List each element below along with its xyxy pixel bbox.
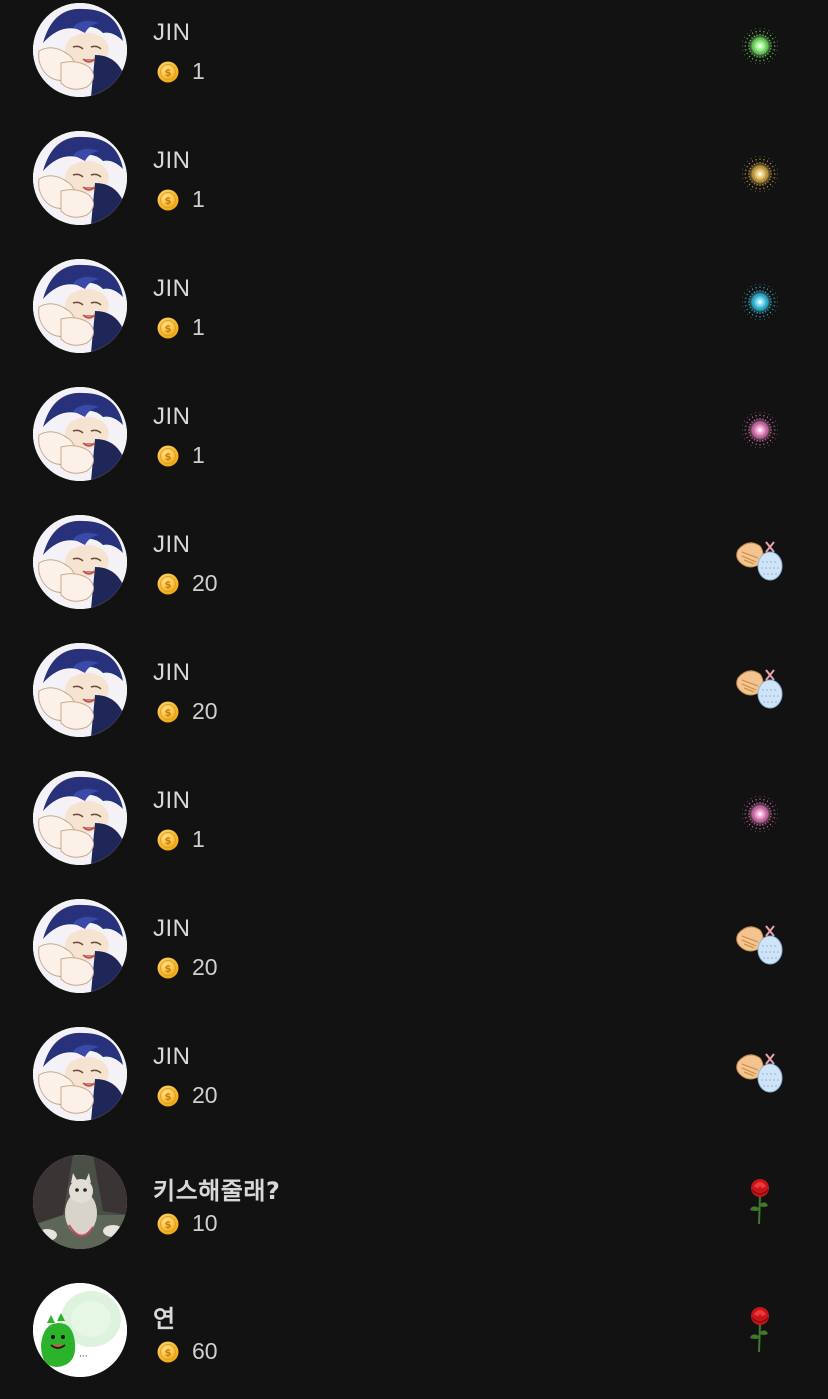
coin-icon: $ bbox=[157, 1213, 179, 1235]
svg-text:$: $ bbox=[165, 1220, 172, 1231]
sender-name[interactable]: JIN bbox=[153, 275, 191, 303]
anime-boy-avatar[interactable] bbox=[33, 387, 127, 481]
svg-text:$: $ bbox=[165, 708, 172, 719]
gold-firework-icon bbox=[730, 144, 790, 204]
coin-amount: 1 bbox=[192, 826, 205, 852]
svg-text:$: $ bbox=[165, 324, 172, 335]
cat-photo-avatar[interactable] bbox=[33, 1155, 127, 1249]
coin-icon: $ bbox=[157, 829, 179, 851]
coin-icon: $ bbox=[157, 573, 179, 595]
coin-icon: $ bbox=[157, 1341, 179, 1363]
anime-boy-avatar[interactable] bbox=[33, 259, 127, 353]
gift-list-item[interactable]: 키스해줄래? $ 10 bbox=[0, 1152, 828, 1280]
coin-icon: $ bbox=[157, 317, 179, 339]
svg-text:$: $ bbox=[165, 964, 172, 975]
sender-name[interactable]: JIN bbox=[153, 915, 191, 943]
pink-firework-icon bbox=[730, 400, 790, 460]
blue-firework-icon bbox=[730, 272, 790, 332]
coin-icon: $ bbox=[157, 1085, 179, 1107]
coin-amount: 1 bbox=[192, 186, 205, 212]
gift-list-item[interactable]: JIN $ 1 bbox=[0, 768, 828, 896]
gift-list-item[interactable]: JIN $ 1 bbox=[0, 256, 828, 384]
gift-list-item[interactable]: JIN $ 1 bbox=[0, 128, 828, 256]
seashell-icon bbox=[730, 912, 790, 972]
green-firework-icon bbox=[730, 16, 790, 76]
gift-list-item[interactable]: JIN $ 20 bbox=[0, 640, 828, 768]
svg-text:$: $ bbox=[165, 836, 172, 847]
svg-text:$: $ bbox=[165, 580, 172, 591]
anime-boy-avatar[interactable] bbox=[33, 1027, 127, 1121]
gift-list-item[interactable]: JIN $ 1 bbox=[0, 384, 828, 512]
rose-icon bbox=[730, 1296, 790, 1356]
sender-name[interactable]: 연 bbox=[153, 1299, 176, 1334]
anime-boy-avatar[interactable] bbox=[33, 515, 127, 609]
anime-boy-avatar[interactable] bbox=[33, 3, 127, 97]
anime-boy-avatar[interactable] bbox=[33, 131, 127, 225]
svg-text:$: $ bbox=[165, 1092, 172, 1103]
gift-list-item[interactable]: ··· 연 $ 60 bbox=[0, 1280, 828, 1399]
coin-amount: 20 bbox=[192, 570, 218, 596]
sender-name[interactable]: JIN bbox=[153, 787, 191, 815]
seashell-icon bbox=[730, 1040, 790, 1100]
gift-list-item[interactable]: JIN $ 20 bbox=[0, 896, 828, 1024]
coin-amount: 1 bbox=[192, 314, 205, 340]
coin-icon: $ bbox=[157, 701, 179, 723]
svg-text:$: $ bbox=[165, 68, 172, 79]
gift-list-item[interactable]: JIN $ 20 bbox=[0, 1024, 828, 1152]
svg-text:$: $ bbox=[165, 1348, 172, 1359]
coin-amount: 1 bbox=[192, 442, 205, 468]
sender-name[interactable]: JIN bbox=[153, 19, 191, 47]
svg-text:···: ··· bbox=[79, 1352, 88, 1362]
sender-name[interactable]: 키스해줄래? bbox=[153, 1171, 280, 1206]
coin-icon: $ bbox=[157, 445, 179, 467]
sender-name[interactable]: JIN bbox=[153, 403, 191, 431]
gift-list-item[interactable]: JIN $ 1 bbox=[0, 0, 828, 128]
sender-name[interactable]: JIN bbox=[153, 1043, 191, 1071]
svg-text:$: $ bbox=[165, 196, 172, 207]
coin-amount: 20 bbox=[192, 954, 218, 980]
coin-amount: 10 bbox=[192, 1210, 218, 1236]
coin-amount: 1 bbox=[192, 58, 205, 84]
coin-icon: $ bbox=[157, 957, 179, 979]
coin-amount: 20 bbox=[192, 698, 218, 724]
seashell-icon bbox=[730, 528, 790, 588]
pink-firework-icon bbox=[730, 784, 790, 844]
anime-boy-avatar[interactable] bbox=[33, 643, 127, 737]
anime-boy-avatar[interactable] bbox=[33, 899, 127, 993]
coin-icon: $ bbox=[157, 189, 179, 211]
sender-name[interactable]: JIN bbox=[153, 531, 191, 559]
coin-amount: 20 bbox=[192, 1082, 218, 1108]
rose-icon bbox=[730, 1168, 790, 1228]
coin-icon: $ bbox=[157, 61, 179, 83]
sender-name[interactable]: JIN bbox=[153, 147, 191, 175]
gift-list: JIN $ 1 JIN $ 1 JIN $ 1 JIN $ 1 JIN $ 20… bbox=[0, 0, 828, 1399]
seashell-icon bbox=[730, 656, 790, 716]
coin-amount: 60 bbox=[192, 1338, 218, 1364]
gift-list-item[interactable]: JIN $ 20 bbox=[0, 512, 828, 640]
anime-boy-avatar[interactable] bbox=[33, 771, 127, 865]
sender-name[interactable]: JIN bbox=[153, 659, 191, 687]
green-dino-avatar[interactable]: ··· bbox=[33, 1283, 127, 1377]
svg-text:$: $ bbox=[165, 452, 172, 463]
